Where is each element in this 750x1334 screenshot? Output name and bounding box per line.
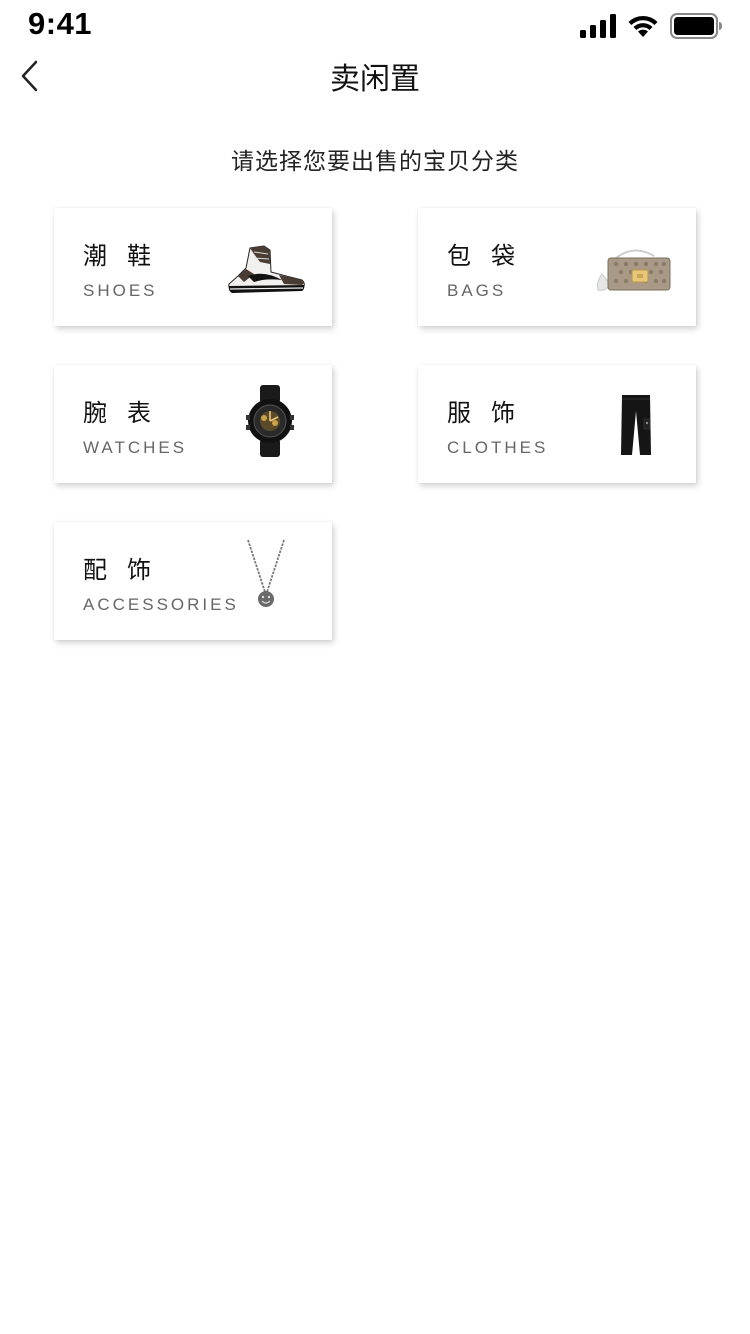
category-card-accessories[interactable]: 配饰 ACCESSORIES — [54, 522, 332, 640]
category-name-zh: 包袋 — [447, 242, 535, 270]
pants-icon — [621, 395, 651, 455]
status-time: 9:41 — [28, 6, 93, 41]
cellular-signal-icon — [580, 14, 616, 38]
category-card-clothes[interactable]: 服饰 CLOTHES — [418, 365, 696, 483]
sneaker-icon — [228, 245, 305, 293]
nav-bar: 卖闲置 — [0, 48, 750, 104]
category-card-shoes[interactable]: 潮鞋 SHOES — [54, 208, 332, 326]
category-name-zh: 潮鞋 — [83, 242, 171, 270]
category-name-zh: 服饰 — [447, 399, 535, 427]
category-name-en: SHOES — [83, 281, 158, 300]
category-name-en: ACCESSORIES — [83, 595, 239, 614]
watch-icon — [246, 385, 294, 457]
category-card-watches[interactable]: 腕表 WATCHES — [54, 365, 332, 483]
handbag-icon — [597, 249, 671, 291]
battery-icon — [670, 13, 722, 39]
category-name-en: WATCHES — [83, 438, 188, 457]
category-name-zh: 配饰 — [83, 556, 171, 584]
category-name-zh: 腕表 — [83, 399, 171, 427]
wifi-icon — [628, 15, 658, 37]
category-name-en: BAGS — [447, 281, 507, 300]
category-prompt: 请选择您要出售的宝贝分类 — [231, 149, 519, 175]
status-bar: 9:41 — [0, 0, 750, 52]
page-title: 卖闲置 — [330, 62, 420, 97]
necklace-icon — [247, 539, 285, 607]
category-name-en: CLOTHES — [447, 438, 549, 457]
category-card-bags[interactable]: 包袋 BAGS — [418, 208, 696, 326]
